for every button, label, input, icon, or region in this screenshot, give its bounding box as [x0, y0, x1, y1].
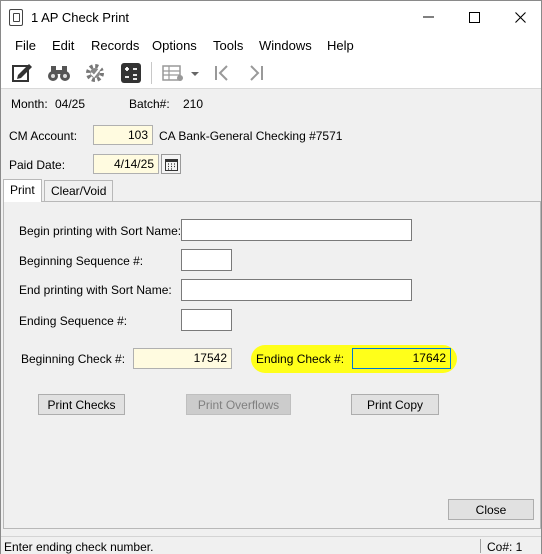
close-window-button[interactable] — [497, 1, 542, 33]
cm-account-label: CM Account: — [9, 129, 78, 143]
begin-sort-name-label: Begin printing with Sort Name: — [19, 224, 182, 238]
minimize-button[interactable] — [405, 1, 451, 33]
calendar-icon — [164, 158, 178, 171]
close-icon — [514, 11, 526, 23]
app-icon — [9, 9, 23, 26]
grid-settings-icon[interactable] — [161, 61, 185, 85]
close-button[interactable]: Close — [448, 499, 534, 520]
print-checks-button[interactable]: Print Checks — [38, 394, 125, 415]
beginning-sequence-input[interactable] — [181, 249, 232, 271]
title-bar: 1 AP Check Print — [1, 1, 541, 33]
beginning-check-label: Beginning Check #: — [21, 352, 126, 366]
ending-check-input[interactable]: 17642 — [352, 348, 451, 369]
status-bar: Enter ending check number. Co#: 1 — [1, 536, 541, 554]
menu-edit[interactable]: Edit — [52, 38, 74, 53]
menu-tools[interactable]: Tools — [213, 38, 243, 53]
calculator-icon[interactable] — [119, 61, 143, 85]
end-sort-name-input[interactable] — [181, 279, 412, 301]
company-number: Co#: 1 — [487, 540, 523, 554]
paid-date-label: Paid Date: — [9, 158, 66, 172]
menu-windows[interactable]: Windows — [259, 38, 312, 53]
batch-value: 210 — [183, 97, 204, 111]
print-copy-button[interactable]: Print Copy — [351, 394, 439, 415]
status-divider — [480, 539, 481, 553]
toolbar-separator — [151, 62, 152, 84]
minimize-icon — [422, 16, 434, 18]
month-label: Month: — [11, 97, 48, 111]
cm-account-field[interactable]: 103 — [93, 125, 153, 145]
calendar-button[interactable] — [161, 154, 181, 174]
ending-sequence-label: Ending Sequence #: — [19, 314, 128, 328]
window-title: 1 AP Check Print — [31, 10, 130, 25]
maximize-button[interactable] — [451, 1, 497, 33]
paid-date-field[interactable]: 4/14/25 — [93, 154, 159, 174]
settings-gear-icon[interactable] — [83, 61, 107, 85]
tab-print[interactable]: Print — [3, 179, 42, 202]
ap-check-print-window: 1 AP Check Print File Edit Records Optio… — [0, 0, 542, 554]
menu-bar: File Edit Records Options Tools Windows … — [1, 33, 541, 57]
cm-account-description: CA Bank-General Checking #7571 — [159, 129, 343, 143]
edit-record-icon[interactable] — [10, 61, 34, 85]
end-sort-name-label: End printing with Sort Name: — [19, 283, 172, 297]
last-record-icon[interactable] — [245, 61, 269, 85]
tab-clear-void[interactable]: Clear/Void — [44, 180, 114, 201]
menu-file[interactable]: File — [15, 38, 36, 53]
ending-check-label: Ending Check #: — [256, 352, 345, 366]
status-message: Enter ending check number. — [4, 540, 154, 554]
beginning-check-input[interactable]: 17542 — [133, 348, 232, 369]
menu-records[interactable]: Records — [91, 38, 139, 53]
month-value: 04/25 — [55, 97, 86, 111]
dropdown-arrow-icon[interactable] — [189, 61, 201, 85]
toolbar — [1, 57, 541, 89]
batch-label: Batch#: — [129, 97, 170, 111]
beginning-sequence-label: Beginning Sequence #: — [19, 254, 144, 268]
menu-options[interactable]: Options — [152, 38, 197, 53]
first-record-icon[interactable] — [209, 61, 233, 85]
menu-help[interactable]: Help — [327, 38, 354, 53]
binoculars-icon[interactable] — [47, 61, 71, 85]
print-overflows-button[interactable]: Print Overflows — [186, 394, 291, 415]
ending-sequence-input[interactable] — [181, 309, 232, 331]
maximize-icon — [468, 11, 480, 23]
begin-sort-name-input[interactable] — [181, 219, 412, 241]
